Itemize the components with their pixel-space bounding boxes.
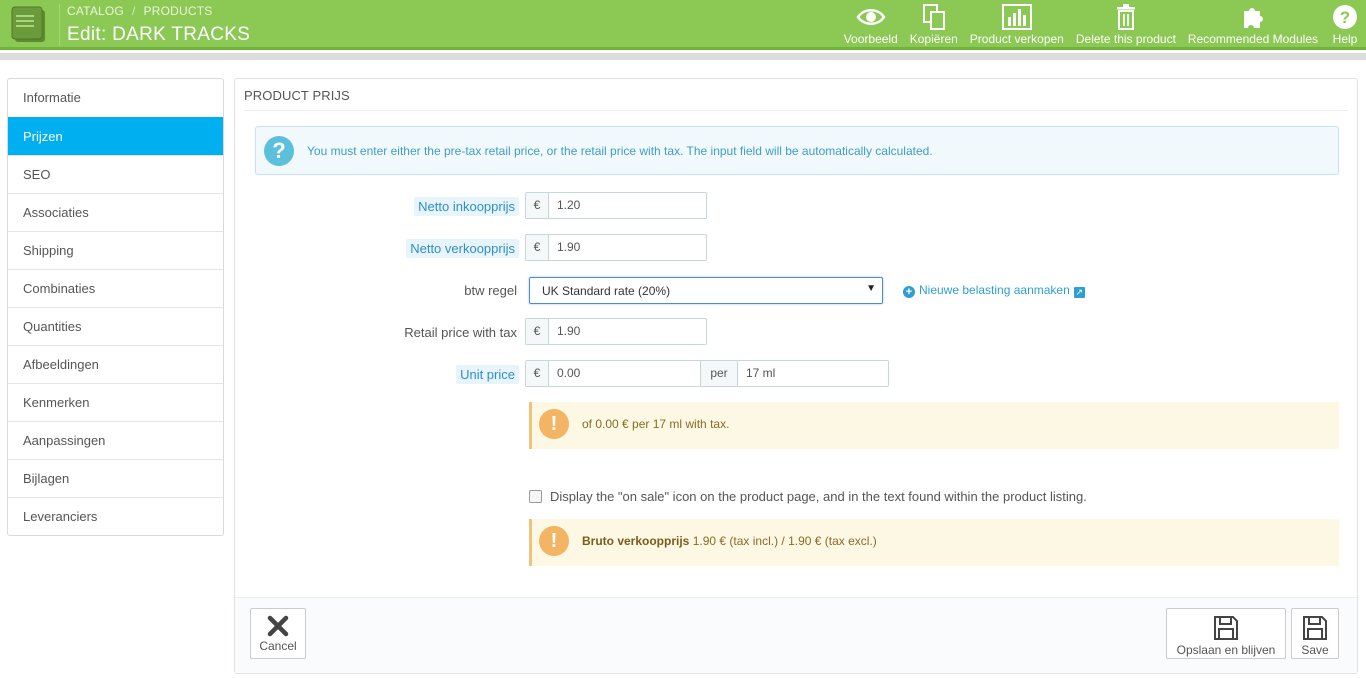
info-alert: ? You must enter either the pre-tax reta… — [255, 126, 1339, 175]
external-link-icon: ↗ — [1073, 287, 1085, 298]
sidebar-item-leveranciers[interactable]: Leveranciers — [8, 497, 223, 535]
sales-label: Product verkopen — [969, 32, 1064, 46]
top-header: CATALOG / PRODUCTS Edit: DARK TRACKS Voorb… — [0, 0, 1366, 50]
help-label: Help — [1332, 32, 1358, 46]
breadcrumb-products[interactable]: PRODUCTS — [144, 4, 213, 18]
preview-button[interactable]: Voorbeeld — [838, 0, 904, 50]
cancel-label: Cancel — [259, 639, 297, 653]
save-and-stay-button[interactable]: Opslaan en blijven — [1166, 608, 1286, 659]
unit-price-label[interactable]: Unit price — [456, 365, 519, 384]
sidebar-item-afbeeldingen[interactable]: Afbeeldingen — [8, 345, 223, 383]
product-price-panel: PRODUCT PRIJS ? You must enter either th… — [234, 78, 1358, 674]
on-sale-checkbox[interactable] — [529, 490, 542, 503]
wholesale-price-input[interactable]: 1.20 — [549, 193, 706, 218]
on-sale-row: Display the "on sale" icon on the produc… — [529, 489, 1087, 504]
retail-with-tax-label: Retail price with tax — [404, 325, 517, 340]
info-alert-text: You must enter either the pre-tax retail… — [307, 144, 933, 158]
save-label: Save — [1301, 643, 1329, 657]
header-separator — [59, 4, 60, 46]
currency-addon: € — [526, 361, 549, 386]
sidebar-item-associaties[interactable]: Associaties — [8, 193, 223, 231]
page-title: Edit: DARK TRACKS — [67, 24, 251, 45]
puzzle-icon — [1243, 8, 1263, 28]
delete-label: Delete this product — [1075, 32, 1176, 46]
final-price-text: Bruto verkoopprijs 1.90 € (tax incl.) / … — [582, 534, 877, 548]
svg-text:?: ? — [1340, 8, 1350, 27]
wholesale-price-label[interactable]: Netto inkoopprijs — [414, 197, 519, 216]
product-tabs-sidebar: Informatie Prijzen SEO Associaties Shipp… — [7, 78, 224, 536]
retail-price-input[interactable]: 1.90 — [549, 235, 706, 260]
sidebar-item-prijzen[interactable]: Prijzen — [8, 117, 223, 155]
duplicate-label: Kopiëren — [909, 32, 958, 46]
retail-price-label[interactable]: Netto verkoopprijs — [406, 239, 519, 258]
breadcrumb: CATALOG / PRODUCTS — [67, 4, 212, 18]
header-shadow-bar — [0, 53, 1366, 60]
wholesale-price-field[interactable]: € 1.20 — [525, 192, 707, 219]
preview-label: Voorbeeld — [843, 32, 898, 46]
bar-chart-icon — [1001, 4, 1032, 30]
sidebar-item-shipping[interactable]: Shipping — [8, 231, 223, 269]
currency-addon: € — [526, 319, 549, 344]
panel-heading: PRODUCT PRIJS — [244, 88, 350, 103]
unit-price-input[interactable]: 0.00 — [549, 361, 700, 386]
sidebar-item-aanpassingen[interactable]: Aanpassingen — [8, 421, 223, 459]
retail-with-tax-input[interactable]: 1.90 — [549, 319, 706, 344]
save-button[interactable]: Save — [1291, 608, 1339, 659]
unit-price-warning: ! of 0.00 € per 17 ml with tax. — [529, 402, 1339, 449]
breadcrumb-catalog[interactable]: CATALOG — [67, 4, 124, 18]
question-icon: ? — [264, 136, 294, 166]
tax-rule-selected: UK Standard rate (20%) — [542, 284, 671, 298]
copy-icon — [922, 4, 945, 30]
chevron-down-icon: ▼ — [866, 283, 876, 294]
final-price-info: ! Bruto verkoopprijs 1.90 € (tax incl.) … — [529, 519, 1339, 566]
save-and-stay-label: Opslaan en blijven — [1176, 643, 1276, 657]
unit-price-warning-text: of 0.00 € per 17 ml with tax. — [582, 417, 730, 431]
currency-addon: € — [526, 193, 549, 218]
eye-icon — [856, 9, 886, 25]
cancel-button[interactable]: Cancel — [250, 608, 306, 659]
sidebar-item-informatie[interactable]: Informatie — [8, 79, 223, 117]
floppy-disk-icon — [1303, 616, 1327, 640]
floppy-disk-icon — [1214, 616, 1238, 640]
panel-footer: Cancel Opslaan en blijven Save — [235, 597, 1357, 673]
sidebar-item-seo[interactable]: SEO — [8, 155, 223, 193]
sidebar-item-kenmerken[interactable]: Kenmerken — [8, 383, 223, 421]
unit-price-field[interactable]: € 0.00 per 17 ml — [525, 360, 889, 387]
retail-with-tax-field[interactable]: € 1.90 — [525, 318, 707, 345]
final-price-label: Bruto verkoopprijs — [582, 534, 690, 548]
per-addon: per — [700, 361, 738, 386]
help-icon: ? — [1333, 5, 1357, 29]
catalog-book-icon — [11, 6, 45, 42]
sidebar-item-combinaties[interactable]: Combinaties — [8, 269, 223, 307]
retail-price-field[interactable]: € 1.90 — [525, 234, 707, 261]
sidebar-item-bijlagen[interactable]: Bijlagen — [8, 459, 223, 497]
toolbar: Voorbeeld Kopiëren Product verkopen Dele… — [838, 0, 1366, 50]
close-icon — [267, 615, 289, 637]
tax-rule-select[interactable]: UK Standard rate (20%) ▼ — [529, 277, 883, 304]
exclamation-icon: ! — [539, 526, 569, 556]
sidebar-item-quantities[interactable]: Quantities — [8, 307, 223, 345]
plus-circle-icon: + — [903, 286, 915, 298]
exclamation-icon: ! — [539, 409, 569, 439]
modules-button[interactable]: Recommended Modules — [1182, 0, 1324, 50]
on-sale-label[interactable]: Display the "on sale" icon on the produc… — [550, 489, 1087, 504]
duplicate-button[interactable]: Kopiëren — [904, 0, 964, 50]
unity-input[interactable]: 17 ml — [738, 361, 888, 386]
delete-button[interactable]: Delete this product — [1070, 0, 1182, 50]
breadcrumb-separator: / — [131, 4, 136, 18]
sales-button[interactable]: Product verkopen — [964, 0, 1070, 50]
new-tax-rule-label: Nieuwe belasting aanmaken — [919, 283, 1070, 297]
final-price-value: 1.90 € (tax incl.) / 1.90 € (tax excl.) — [692, 534, 877, 548]
new-tax-rule-link[interactable]: + Nieuwe belasting aanmaken ↗ — [903, 283, 1085, 298]
help-button[interactable]: ? Help — [1324, 0, 1366, 50]
modules-label: Recommended Modules — [1187, 32, 1318, 46]
currency-addon: € — [526, 235, 549, 260]
trash-icon — [1116, 4, 1135, 30]
tax-rule-label: btw regel — [464, 283, 517, 298]
panel-heading-divider — [244, 110, 1348, 111]
